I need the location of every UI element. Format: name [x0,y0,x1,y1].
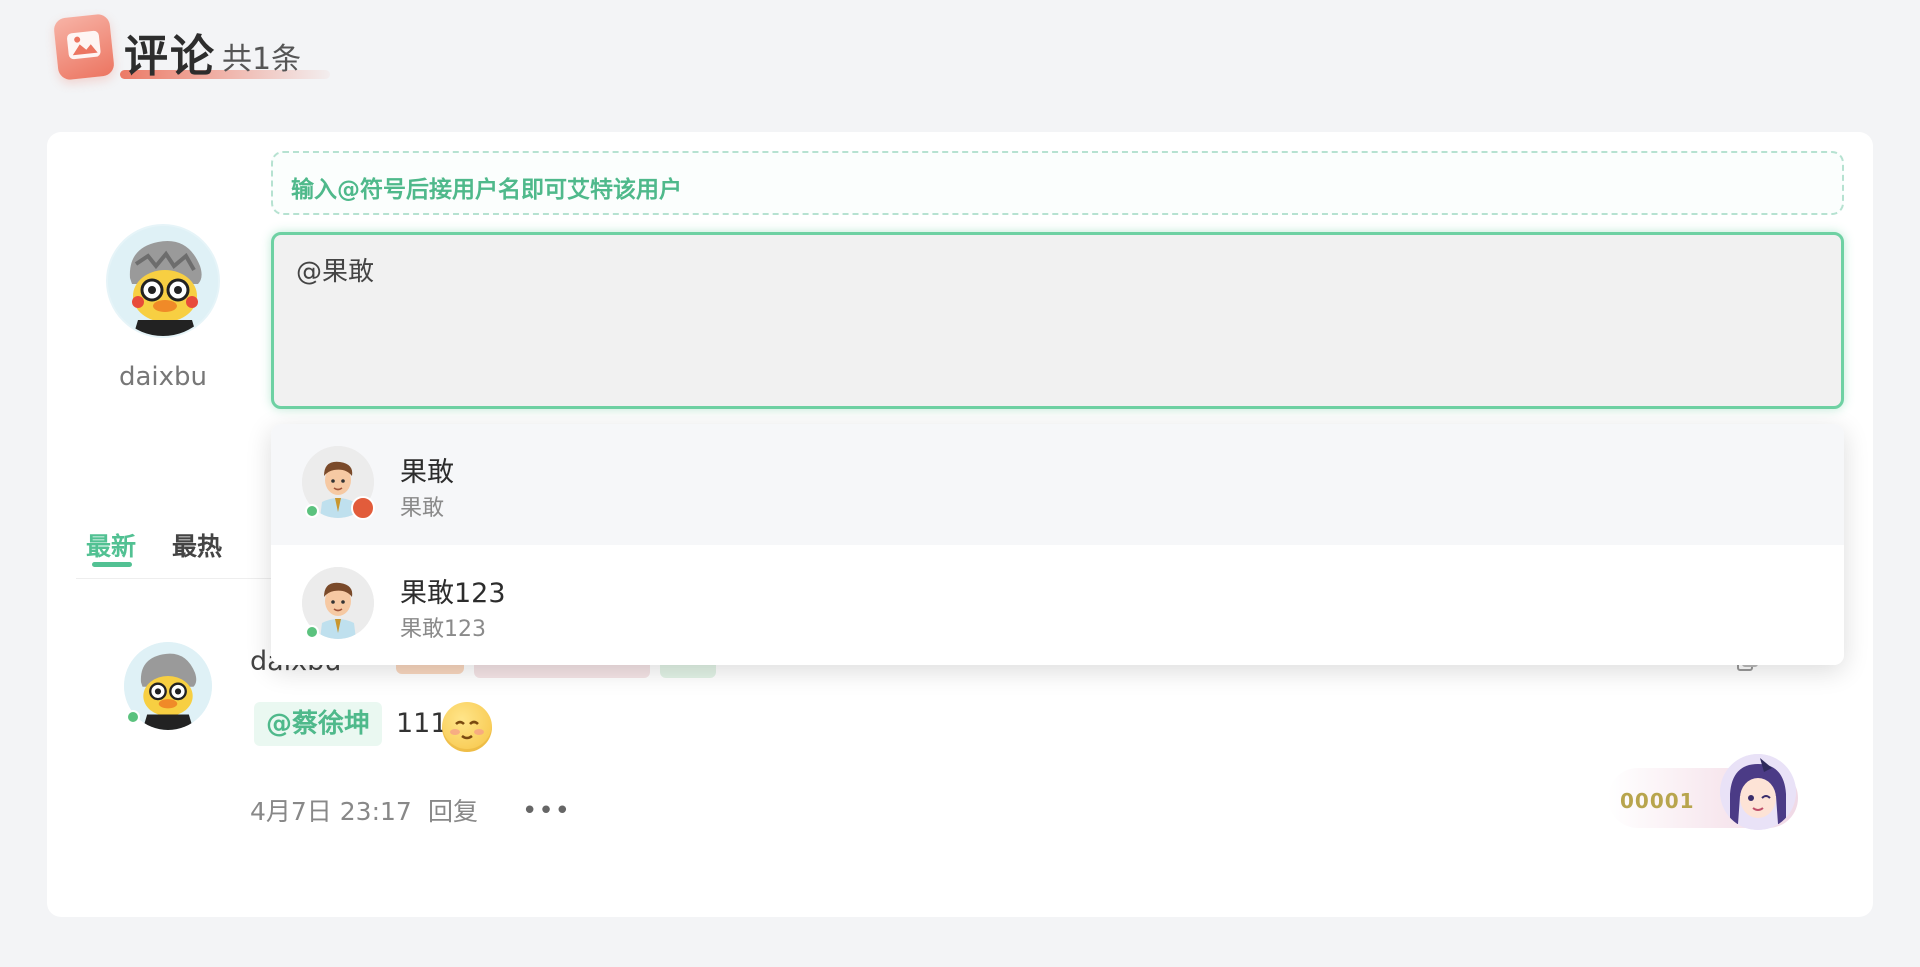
avatar[interactable] [106,224,220,338]
comments-header: 评论 共1条 [52,13,356,84]
online-status-dot [126,710,140,724]
smiling-face-icon [442,702,492,752]
mention-tip-bar: 输入@符号后接用户名即可艾特该用户 [271,151,1844,215]
more-options-icon[interactable]: ••• [522,796,571,826]
mention-suggestion-item[interactable]: 果敢123 果敢123 [271,545,1844,665]
mention-suggestion-item[interactable]: 果敢 果敢 [271,424,1844,545]
mention-tip-text: 输入@符号后接用户名即可艾特该用户 [291,177,682,203]
fan-badge-character-icon [1720,754,1796,830]
online-status-dot [305,625,319,639]
suggestion-username: 果敢 [400,496,445,521]
user-badge-icon [351,496,375,520]
tab-latest[interactable]: 最新 [86,527,136,563]
mention-suggestions-dropdown: 果敢 果敢 果敢123 果敢123 [271,424,1844,665]
tabs-divider [76,578,276,579]
suggestion-name: 果敢123 [400,578,506,609]
fan-badge-number: 00001 [1620,789,1695,813]
tab-hot[interactable]: 最热 [172,527,222,563]
comment-input[interactable]: @果敢 [271,232,1844,409]
active-tab-indicator [92,562,132,567]
mention-tag[interactable]: @蔡徐坤 [254,702,383,746]
online-status-dot [305,504,319,518]
reply-button[interactable]: 回复 [428,792,478,828]
comment-timestamp: 4月7日 23:17 [250,797,412,826]
comment-count: 共1条 [222,42,302,77]
suggestion-username: 果敢123 [400,617,486,642]
suggestion-name: 果敢 [400,457,454,488]
current-username: daixbu [118,362,208,392]
comment-section-icon [52,13,116,81]
comment-input-value: @果敢 [296,257,375,287]
page-title: 评论 [124,31,216,82]
